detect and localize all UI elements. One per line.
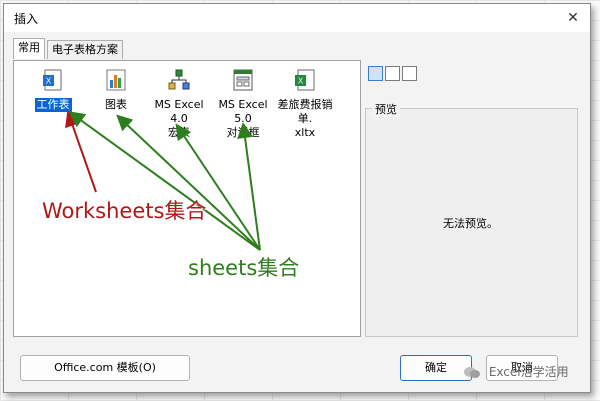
green-arrow-3 (175, 123, 261, 251)
green-arrow-1 (68, 111, 261, 251)
worksheets-annotation: Worksheets集合 (42, 199, 207, 223)
watermark: Excel活学活用 (463, 363, 569, 380)
watermark-text: Excel活学活用 (488, 365, 569, 379)
sheets-annotation: sheets集合 (188, 256, 300, 280)
green-arrow-4 (237, 122, 261, 251)
wechat-icon (464, 366, 480, 378)
green-arrow-2 (116, 114, 261, 251)
